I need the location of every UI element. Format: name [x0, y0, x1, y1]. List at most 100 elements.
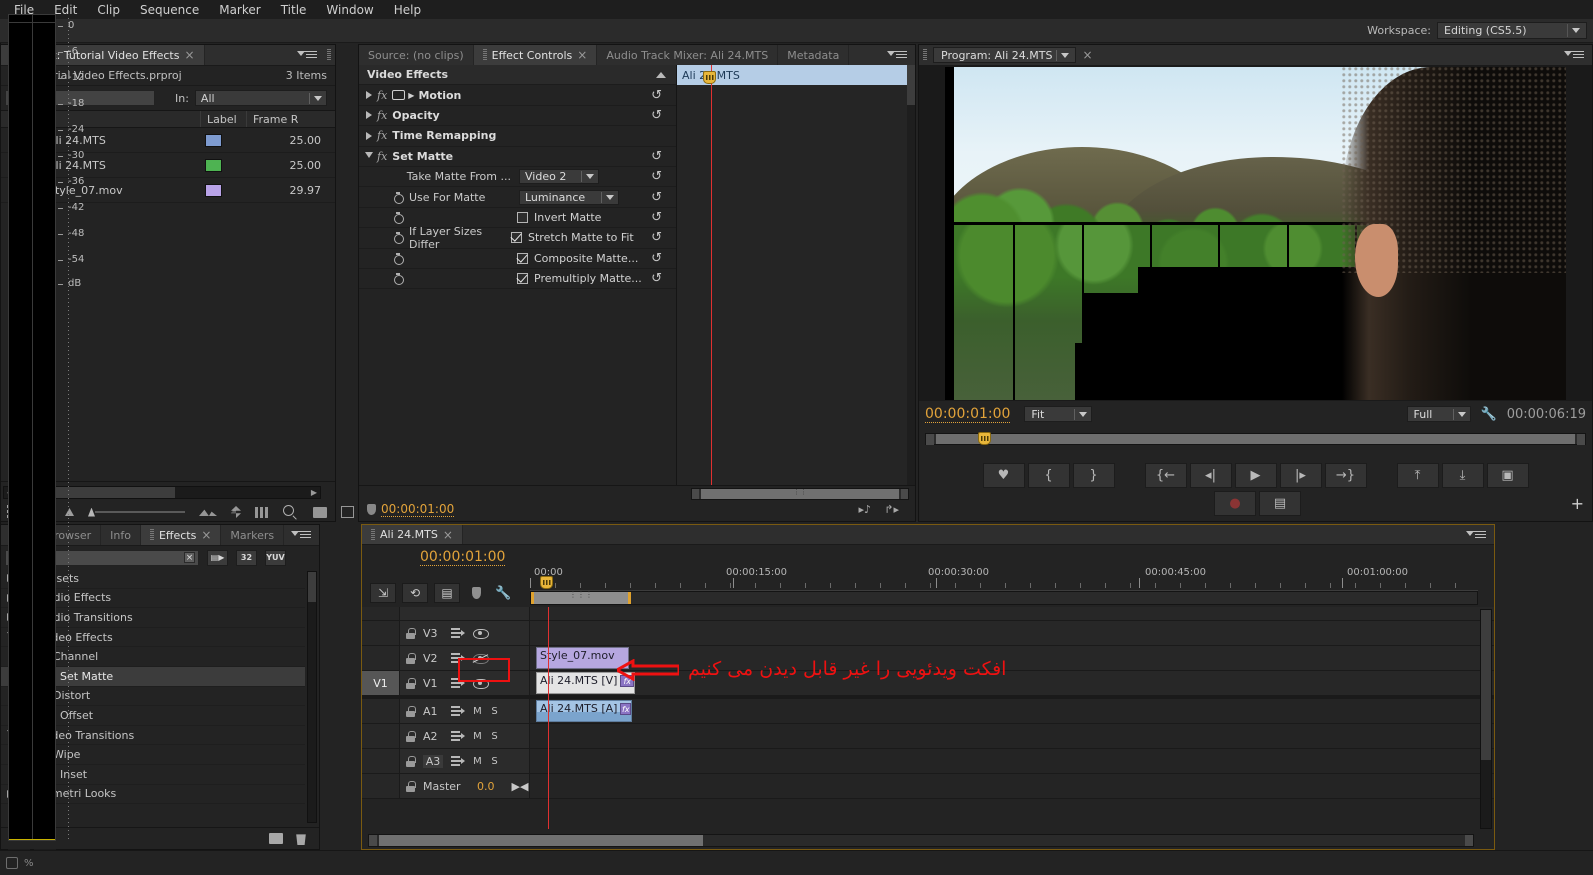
new-bin-icon[interactable]	[313, 506, 327, 518]
timeline-horizontal-scrollbar[interactable]	[368, 834, 1474, 847]
lock-icon[interactable]	[406, 755, 416, 767]
timeline-current-time-indicator[interactable]	[540, 576, 553, 589]
track-area-a1[interactable]: Ali 24.MTS [A] fx	[530, 699, 1494, 723]
disclosure-triangle-icon[interactable]	[366, 131, 372, 140]
track-source-v3[interactable]	[362, 621, 400, 645]
effect-controls-horizontal-scrollbar[interactable]	[691, 488, 909, 500]
reset-icon[interactable]: ↺	[651, 149, 662, 164]
column-framerate[interactable]: Frame R	[247, 111, 335, 127]
param-premultiply-matte[interactable]: Premultiply Matte... ↺	[359, 269, 676, 290]
marker-flag-icon[interactable]	[472, 587, 481, 599]
lock-icon[interactable]	[406, 677, 416, 689]
track-area-a2[interactable]	[530, 724, 1494, 748]
lock-icon[interactable]	[406, 730, 416, 742]
track-source-a2[interactable]	[362, 724, 400, 748]
scroll-nub-right[interactable]	[1577, 433, 1585, 445]
menu-sequence[interactable]: Sequence	[130, 1, 209, 19]
search-icon[interactable]	[283, 505, 299, 519]
effect-row-time-remapping[interactable]: fx Time Remapping	[359, 126, 676, 147]
tab-audio-track-mixer[interactable]: Audio Track Mixer: Ali 24.MTS	[597, 45, 779, 65]
effect-controls-timecode[interactable]: 00:00:01:00	[381, 502, 455, 517]
master-volume-value[interactable]: 0.0	[477, 780, 495, 793]
reset-icon[interactable]: ↺	[651, 88, 662, 103]
step-forward-button[interactable]: |▸	[1279, 463, 1322, 488]
track-source-v1[interactable]: V1	[362, 671, 400, 695]
track-header-a3[interactable]: A3 M S	[400, 749, 530, 773]
play-audio-icon[interactable]: ▸♪	[858, 503, 871, 516]
sync-lock-icon[interactable]	[451, 755, 465, 767]
timeline-timecode[interactable]: 00:00:01:00	[420, 549, 506, 566]
timeline-clip-ali24-audio[interactable]: Ali 24.MTS [A] fx	[536, 700, 632, 722]
effect-row-motion[interactable]: fx ▶ Motion ↺	[359, 85, 676, 106]
timeline-ruler[interactable]: 00:00 00:00:15:00 00:00:30:00 00:00:45:0…	[530, 565, 1478, 591]
reset-icon[interactable]: ↺	[651, 169, 662, 184]
close-icon[interactable]: ×	[184, 49, 194, 61]
disclosure-triangle-icon[interactable]	[366, 111, 372, 120]
scroll-nub-left[interactable]	[926, 433, 934, 445]
scroll-nub-right[interactable]	[901, 489, 908, 499]
panel-menu-icon[interactable]	[1564, 50, 1584, 60]
take-matte-from-select[interactable]: Video 2	[519, 169, 599, 185]
delete-icon[interactable]	[296, 834, 306, 845]
column-label[interactable]: Label	[201, 111, 247, 127]
track-header-master[interactable]: Master 0.0 ▶◀	[400, 774, 530, 798]
close-icon[interactable]: ×	[577, 49, 587, 61]
toggle-track-output-icon[interactable]	[473, 628, 489, 639]
audio-meter-display[interactable]	[8, 14, 56, 841]
tab-program-monitor[interactable]: Program: Ali 24.MTS	[933, 47, 1077, 63]
panel-menu-icon[interactable]	[887, 50, 907, 60]
sync-lock-icon[interactable]	[451, 677, 465, 689]
disclosure-triangle-icon[interactable]	[365, 152, 373, 162]
record-button[interactable]: ●	[1214, 491, 1256, 516]
add-button-icon[interactable]: +	[1571, 494, 1584, 513]
new-item-icon[interactable]	[341, 506, 354, 518]
reset-icon[interactable]: ↺	[651, 251, 662, 266]
track-area-v1[interactable]: Ali 24.MTS [V] fx	[530, 671, 1494, 695]
zoom-level-select[interactable]: Fit	[1024, 406, 1093, 422]
effect-controls-timeline[interactable]: Ali 24.MTS	[677, 65, 915, 485]
timeline-clip-ali24-video[interactable]: Ali 24.MTS [V] fx	[536, 672, 635, 694]
close-icon[interactable]: ×	[1082, 49, 1092, 61]
sync-lock-icon[interactable]	[451, 730, 465, 742]
mute-button[interactable]: M	[473, 756, 482, 767]
track-area-a3[interactable]	[530, 749, 1494, 773]
loop-icon[interactable]: ↱▸	[884, 503, 899, 516]
current-time-indicator[interactable]	[703, 71, 716, 84]
reset-icon[interactable]: ↺	[651, 108, 662, 123]
timeline-zoom-scrollbar[interactable]	[530, 591, 1478, 605]
tab-source[interactable]: Source: (no clips)	[359, 45, 474, 65]
toggle-track-output-icon[interactable]	[472, 653, 489, 664]
effects-vertical-scrollbar[interactable]	[307, 571, 317, 823]
track-source-a1[interactable]	[362, 699, 400, 723]
solo-button[interactable]: S	[490, 731, 499, 742]
tab-info[interactable]: Info	[101, 525, 141, 545]
workspace-select[interactable]: Editing (CS5.5)	[1437, 22, 1587, 39]
scrollbar-thumb[interactable]	[308, 572, 316, 602]
collapse-arrow-icon[interactable]	[656, 71, 666, 78]
reset-icon[interactable]: ↺	[651, 210, 662, 225]
track-area-v3[interactable]	[530, 621, 1494, 645]
track-header-a1[interactable]: A1 M S	[400, 699, 530, 723]
close-icon[interactable]: ×	[201, 529, 211, 541]
mark-in-button[interactable]: {	[1027, 463, 1070, 488]
tab-effect-controls[interactable]: Effect Controls ×	[473, 45, 598, 65]
tab-effects[interactable]: Effects ×	[140, 525, 222, 545]
lock-icon[interactable]	[406, 652, 416, 664]
use-for-matte-select[interactable]: Luminance	[519, 189, 619, 205]
close-icon[interactable]: ×	[443, 529, 453, 541]
32bit-color-icon[interactable]: 32	[236, 549, 257, 566]
add-marker-button[interactable]: ♥	[982, 463, 1025, 488]
zoom-slider-track[interactable]	[95, 511, 185, 513]
export-frame-button[interactable]: ▣	[1486, 463, 1529, 488]
find-icon[interactable]	[255, 506, 269, 518]
wrench-settings-icon[interactable]: 🔧	[495, 586, 511, 601]
effect-controls-vertical-scrollbar[interactable]	[907, 65, 915, 485]
reset-icon[interactable]: ↺	[651, 271, 662, 286]
add-marker-button[interactable]: ▤	[434, 583, 460, 603]
extract-button[interactable]: ⤓	[1441, 463, 1484, 488]
menu-help[interactable]: Help	[384, 1, 431, 19]
scrollbar-thumb[interactable]	[907, 65, 915, 105]
panel-menu-icon[interactable]	[291, 530, 311, 540]
lift-button[interactable]: ⤒	[1396, 463, 1439, 488]
tab-sequence[interactable]: Ali 24.MTS ×	[362, 525, 463, 544]
